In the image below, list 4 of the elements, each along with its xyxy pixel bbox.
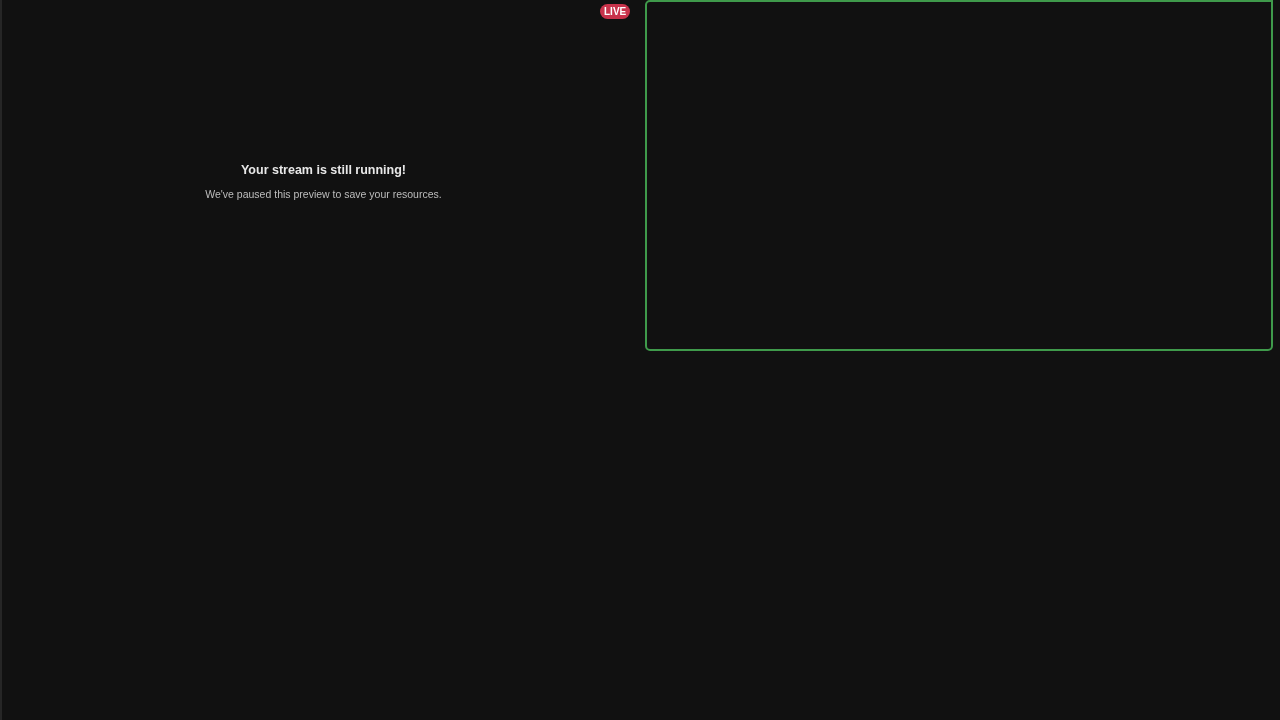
live-badge: LIVE <box>600 4 631 19</box>
preview-panel[interactable] <box>645 0 1273 351</box>
status-message: We've paused this preview to save your resources. <box>205 187 442 202</box>
status-title: Your stream is still running! <box>240 162 407 179</box>
